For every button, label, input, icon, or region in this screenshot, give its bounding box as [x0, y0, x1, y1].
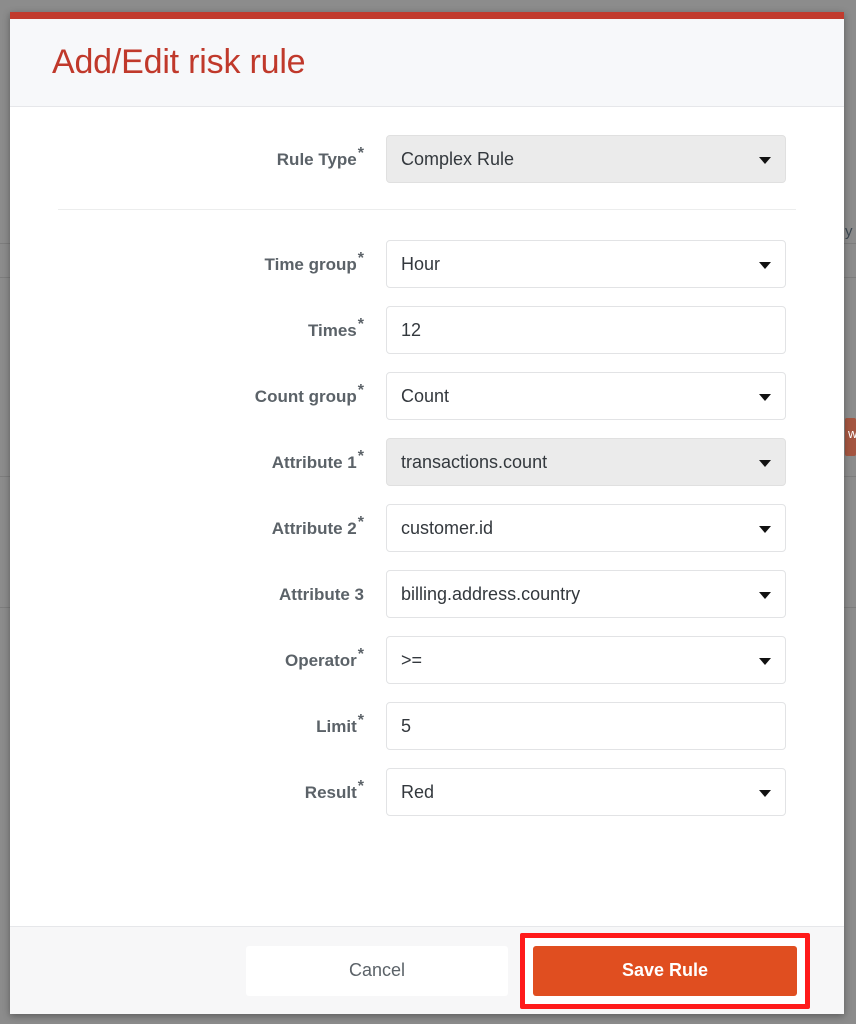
chevron-down-icon	[759, 262, 771, 269]
backdrop-button-label: w	[848, 426, 856, 441]
label-text: Count group	[254, 386, 357, 406]
form-row-times: Times* 12	[10, 306, 844, 354]
label-text: Result	[304, 782, 357, 802]
required-marker: *	[357, 777, 364, 795]
rule-type-select[interactable]: Complex Rule	[386, 135, 786, 183]
label-text: Rule Type	[276, 149, 357, 169]
field-label-operator: Operator*	[58, 646, 386, 670]
dialog-body: Rule Type* Complex Rule Time group* Hour T…	[10, 107, 844, 926]
form-row-attribute-1: Attribute 1* transactions.count	[10, 438, 844, 486]
chevron-down-icon	[759, 790, 771, 797]
field-label-result: Result*	[58, 778, 386, 802]
page-title: Add/Edit risk rule	[52, 43, 306, 81]
label-text: Operator	[284, 650, 357, 670]
required-marker: *	[357, 447, 364, 465]
label-text: Limit	[316, 716, 357, 736]
form-row-rule-type: Rule Type* Complex Rule	[10, 129, 844, 183]
field-label-rule-type: Rule Type*	[58, 145, 386, 169]
required-marker: *	[357, 144, 364, 162]
required-marker: *	[357, 711, 364, 729]
attribute-2-select[interactable]: customer.id	[386, 504, 786, 552]
times-input[interactable]: 12	[386, 306, 786, 354]
field-label-count-group: Count group*	[58, 382, 386, 406]
form-row-limit: Limit* 5	[10, 702, 844, 750]
dialog-accent-bar	[10, 12, 844, 19]
label-text: Time group	[264, 254, 357, 274]
field-label-time-group: Time group*	[58, 250, 386, 274]
attribute-3-value: billing.address.country	[401, 583, 581, 604]
field-label-attribute-3: Attribute 3	[58, 586, 386, 603]
required-marker: *	[357, 249, 364, 267]
save-button-highlight: Save Rule	[520, 932, 810, 1009]
chevron-down-icon	[759, 157, 771, 164]
field-label-attribute-1: Attribute 1*	[58, 448, 386, 472]
dialog-header: Add/Edit risk rule	[10, 19, 844, 107]
label-text: Attribute 3	[279, 584, 364, 604]
required-marker: *	[357, 645, 364, 663]
attribute-3-select[interactable]: billing.address.country	[386, 570, 786, 618]
label-text: Times	[307, 320, 357, 340]
add-edit-risk-rule-dialog: Add/Edit risk rule Rule Type* Complex Ru…	[10, 12, 844, 1014]
backdrop-partial-text: y	[845, 223, 853, 240]
label-text: Attribute 2	[271, 518, 357, 538]
form-row-attribute-2: Attribute 2* customer.id	[10, 504, 844, 552]
chevron-down-icon	[759, 394, 771, 401]
rule-type-value: Complex Rule	[401, 148, 515, 169]
form-row-operator: Operator* >=	[10, 636, 844, 684]
attribute-1-select[interactable]: transactions.count	[386, 438, 786, 486]
form-row-attribute-3: Attribute 3 billing.address.country	[10, 570, 844, 618]
chevron-down-icon	[759, 460, 771, 467]
backdrop-partial-button: w	[845, 418, 856, 456]
field-label-attribute-2: Attribute 2*	[58, 514, 386, 538]
limit-input[interactable]: 5	[386, 702, 786, 750]
count-group-select[interactable]: Count	[386, 372, 786, 420]
time-group-select[interactable]: Hour	[386, 240, 786, 288]
chevron-down-icon	[759, 526, 771, 533]
cancel-button[interactable]: Cancel	[246, 945, 508, 996]
section-divider	[58, 209, 796, 210]
required-marker: *	[357, 513, 364, 531]
attribute-1-value: transactions.count	[401, 451, 548, 472]
required-marker: *	[357, 381, 364, 399]
form-row-time-group: Time group* Hour	[10, 240, 844, 288]
dialog-footer: Cancel Save Rule	[10, 926, 844, 1014]
chevron-down-icon	[759, 658, 771, 665]
label-text: Attribute 1	[271, 452, 357, 472]
count-group-value: Count	[401, 385, 450, 406]
form-row-count-group: Count group* Count	[10, 372, 844, 420]
times-value: 12	[401, 319, 422, 340]
chevron-down-icon	[759, 592, 771, 599]
time-group-value: Hour	[401, 253, 441, 274]
field-label-limit: Limit*	[58, 712, 386, 736]
result-select[interactable]: Red	[386, 768, 786, 816]
form-row-result: Result* Red	[10, 768, 844, 816]
operator-value: >=	[401, 649, 423, 670]
field-label-times: Times*	[58, 316, 386, 340]
attribute-2-value: customer.id	[401, 517, 494, 538]
operator-select[interactable]: >=	[386, 636, 786, 684]
save-rule-button[interactable]: Save Rule	[533, 945, 797, 996]
form-fields: Time group* Hour Times* 12 Count group* Count…	[10, 240, 844, 816]
required-marker: *	[357, 315, 364, 333]
result-value: Red	[401, 781, 435, 802]
limit-value: 5	[401, 715, 412, 736]
